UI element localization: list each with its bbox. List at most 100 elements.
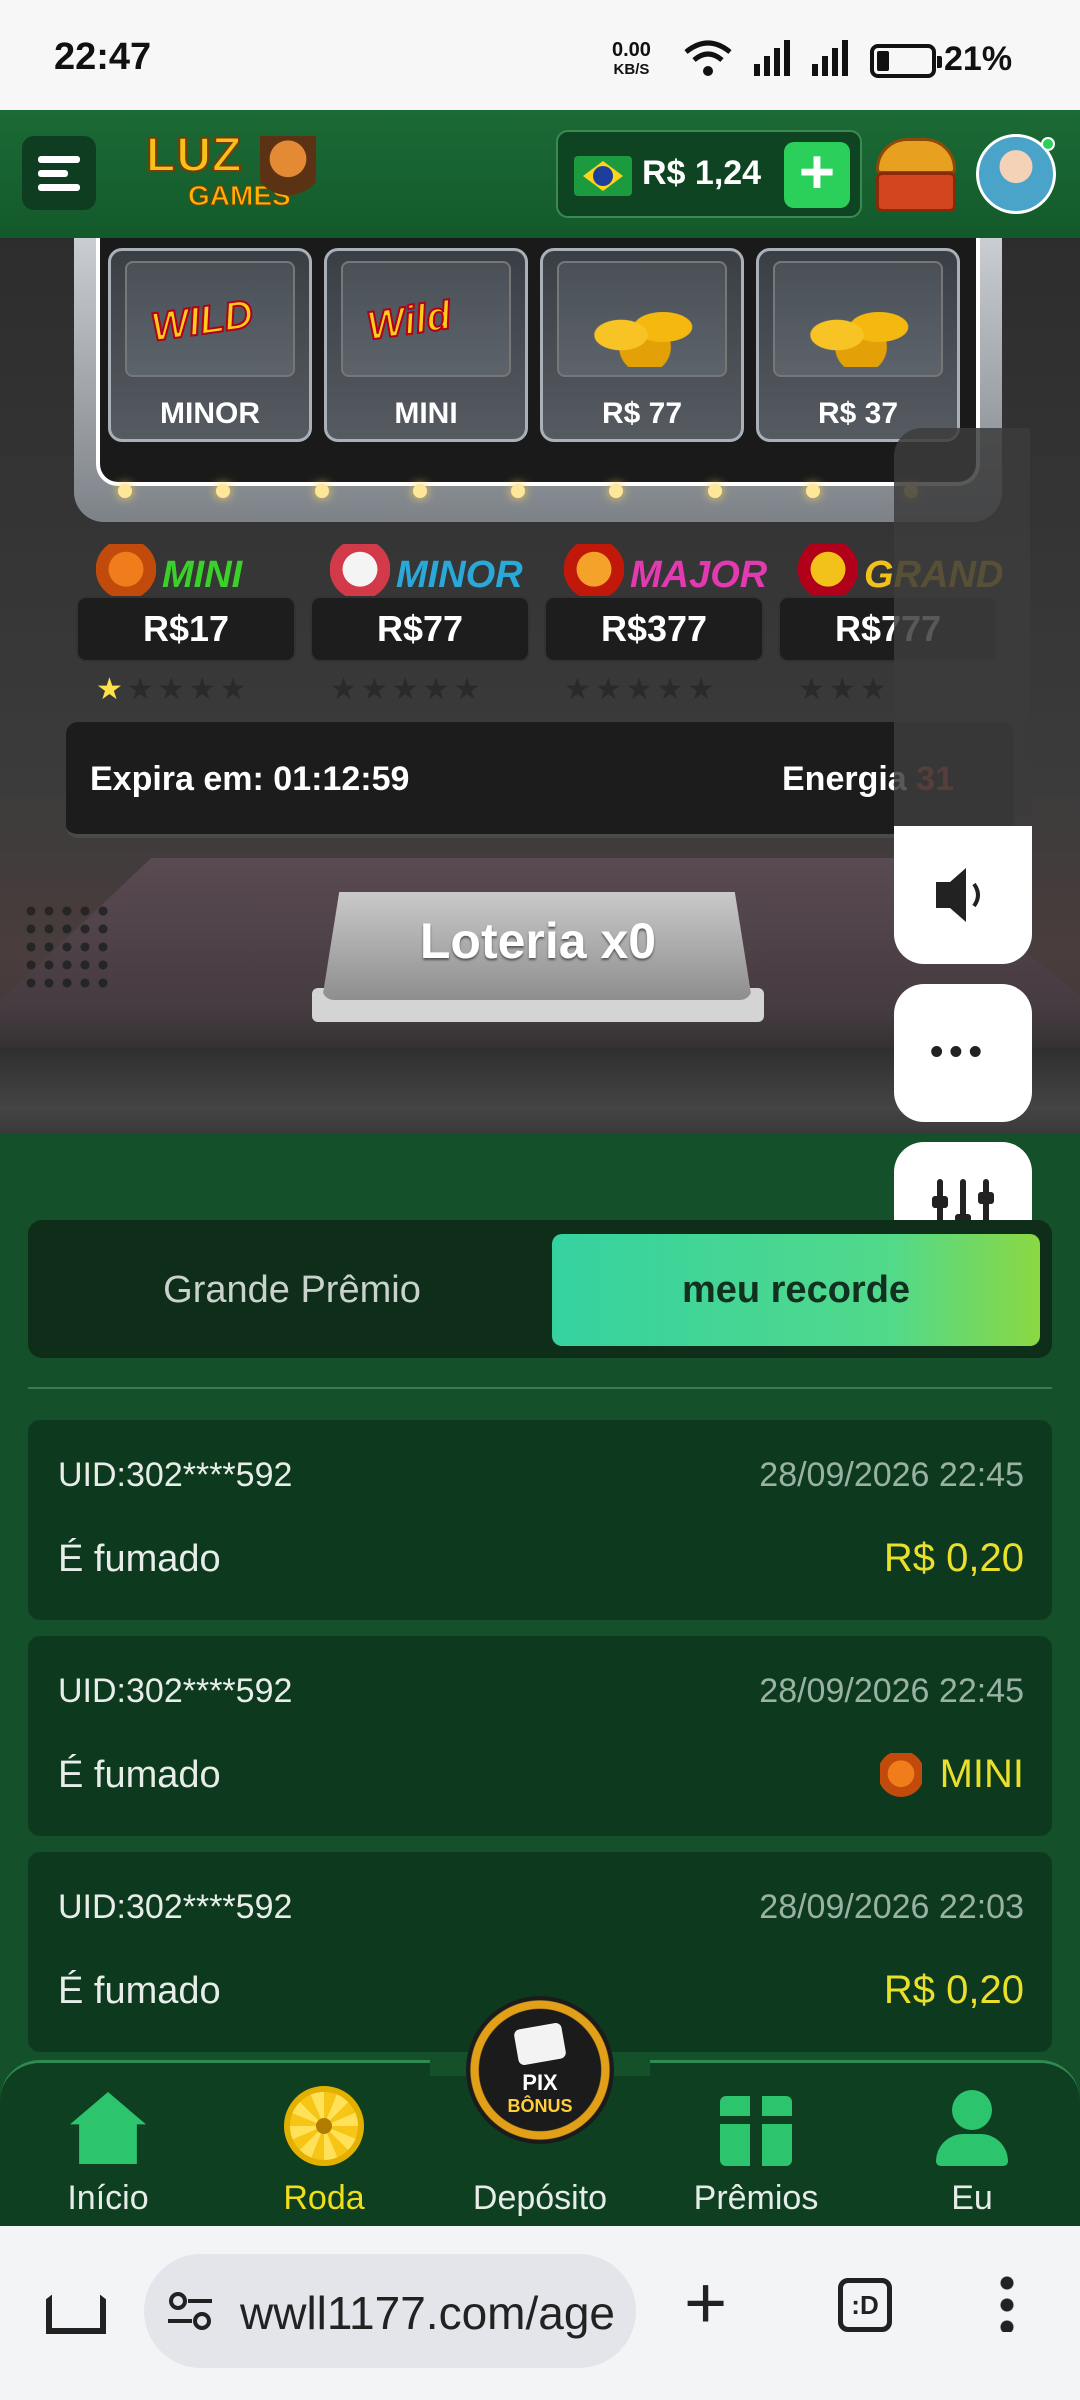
expiry-timer: Expira em: 01:12:59 <box>90 760 410 798</box>
logo-character-icon <box>260 136 316 212</box>
chest-lid <box>876 138 956 174</box>
logo-text-1: LUZ <box>145 128 243 183</box>
address-bar[interactable]: wwll1177.com/age <box>144 2254 636 2368</box>
lottery-button-label: Loteria x0 <box>419 913 657 969</box>
reel-screen-frame: WILD MINOR Wild MINI R$ 77 R$ 37 <box>74 238 1002 522</box>
jackpot-title: MAJOR <box>544 544 768 600</box>
expiry-bar: Expira em: 01:12:59 Energia 31 <box>66 722 1014 838</box>
reel-screen: WILD MINOR Wild MINI R$ 77 R$ 37 <box>96 238 980 486</box>
app-header: LUZ GAMES R$ 1,24 + <box>0 110 1080 238</box>
grand-win-icon <box>798 544 858 600</box>
menu-icon-line <box>38 170 68 177</box>
record-description: É fumado <box>58 1754 221 1796</box>
wheel-icon <box>284 2086 364 2166</box>
chest-box <box>876 172 956 212</box>
nav-prizes[interactable]: Prêmios <box>676 2086 836 2226</box>
menu-icon-line <box>38 184 80 191</box>
coins-art <box>801 287 921 367</box>
record-date: 28/09/2026 22:45 <box>759 1672 1024 1710</box>
nav-prizes-label: Prêmios <box>693 2179 819 2217</box>
nav-home[interactable]: Início <box>28 2086 188 2226</box>
record-prize: R$ 0,20 <box>883 1968 1024 2012</box>
record-prize: R$ 0,20 <box>883 1536 1024 1580</box>
divider <box>28 1387 1052 1389</box>
star-empty-icon: ★★★★★ <box>564 673 719 706</box>
deposit-plus-button[interactable]: + <box>784 142 850 208</box>
reel-label: R$ 77 <box>601 397 683 430</box>
cell-signal-2-icon <box>812 40 848 76</box>
star-empty-icon: ★★★★★ <box>330 673 485 706</box>
wifi-icon <box>684 40 732 76</box>
reel-symbol: Wild <box>363 292 454 349</box>
wild-dragon-icon: Wild <box>341 261 511 377</box>
nav-wheel[interactable]: Roda <box>244 2086 404 2226</box>
star-rating: ★★★★★ <box>330 672 484 707</box>
brazil-flag-icon <box>574 156 632 196</box>
tab-grand-prize[interactable]: Grande Prêmio <box>42 1234 542 1346</box>
nav-me[interactable]: Eu <box>892 2086 1052 2226</box>
reel-3: R$ 77 <box>540 248 744 442</box>
more-options-button[interactable]: ••• <box>894 984 1032 1122</box>
battery-percent: 21% <box>944 40 1013 78</box>
lottery-button[interactable]: Loteria x0 <box>312 892 764 1024</box>
browser-toolbar: wwll1177.com/age + :D <box>0 2226 1080 2400</box>
star-empty-icon: ★★★★ <box>126 673 251 706</box>
jackpot-value: R$17 <box>76 596 296 662</box>
record-prize-label: MINI <box>939 1752 1024 1796</box>
record-item: UID:302****592 28/09/2026 22:45 É fumado… <box>28 1420 1052 1620</box>
home-icon <box>70 2092 146 2164</box>
reel-label: R$ 37 <box>817 397 899 430</box>
coins-art <box>585 287 705 367</box>
nav-me-label: Eu <box>951 2179 993 2217</box>
reel-2: Wild MINI <box>324 248 528 442</box>
gold-coins-icon <box>773 261 943 377</box>
new-tab-icon[interactable]: + <box>684 2266 727 2340</box>
star-rating: ★★★★★ <box>96 672 250 707</box>
avatar[interactable] <box>976 134 1056 214</box>
record-uid: UID:302****592 <box>58 1456 293 1494</box>
speaker-icon <box>936 868 980 922</box>
record-date: 28/09/2026 22:03 <box>759 1888 1024 1926</box>
url-text: wwll1177.com/age <box>240 2287 616 2339</box>
gold-coins-icon <box>557 261 727 377</box>
reel-label: MINOR <box>160 397 260 430</box>
record-item: UID:302****592 28/09/2026 22:45 É fumado… <box>28 1636 1052 1836</box>
reel-symbol: WILD <box>147 291 256 351</box>
record-uid: UID:302****592 <box>58 1888 293 1926</box>
nav-deposit-label: Depósito <box>472 2179 608 2217</box>
online-dot <box>1041 137 1055 151</box>
record-description: É fumado <box>58 1538 221 1580</box>
nav-wheel-label: Roda <box>283 2179 365 2217</box>
reel-label: MINI <box>394 397 458 430</box>
network-speed: 0.00 KB/S <box>612 40 651 80</box>
clock: 22:47 <box>54 36 152 78</box>
cell-signal-icon <box>754 40 790 76</box>
jackpot-title: MINI <box>76 544 300 600</box>
more-icon: ••• <box>930 1031 988 1073</box>
menu-icon <box>38 156 80 163</box>
record-tabs: Grande Prêmio meu recorde <box>28 1220 1052 1358</box>
network-speed-unit: KB/S <box>613 61 650 78</box>
volume-button[interactable] <box>894 826 1032 964</box>
nav-deposit[interactable]: Depósito <box>460 2086 620 2226</box>
menu-button[interactable] <box>22 136 96 210</box>
rabbit-icon <box>330 544 390 600</box>
tab-my-record[interactable]: meu recorde <box>552 1234 1040 1346</box>
tab-switcher-icon[interactable]: :D <box>838 2278 892 2332</box>
record-description: É fumado <box>58 1970 221 2012</box>
tiger-icon <box>564 544 624 600</box>
jackpot-value: R$377 <box>544 596 764 662</box>
signal-icons <box>682 38 850 78</box>
status-bar: 22:47 0.00 KB/S 21% <box>0 0 1080 110</box>
treasure-chest-icon[interactable] <box>872 126 960 218</box>
record-prize: MINI <box>879 1752 1024 1800</box>
star-empty-icon: ★★★ <box>798 673 891 706</box>
browser-home-icon[interactable] <box>42 2276 98 2332</box>
browser-menu-icon[interactable] <box>1000 2272 1014 2332</box>
star-filled-icon: ★ <box>96 673 127 706</box>
luz-games-logo[interactable]: LUZ GAMES <box>140 128 320 220</box>
user-icon <box>936 2090 1008 2166</box>
balance-amount: R$ 1,24 <box>642 154 762 192</box>
jackpot-name: MAJOR <box>630 554 768 596</box>
battery-icon <box>870 44 942 78</box>
